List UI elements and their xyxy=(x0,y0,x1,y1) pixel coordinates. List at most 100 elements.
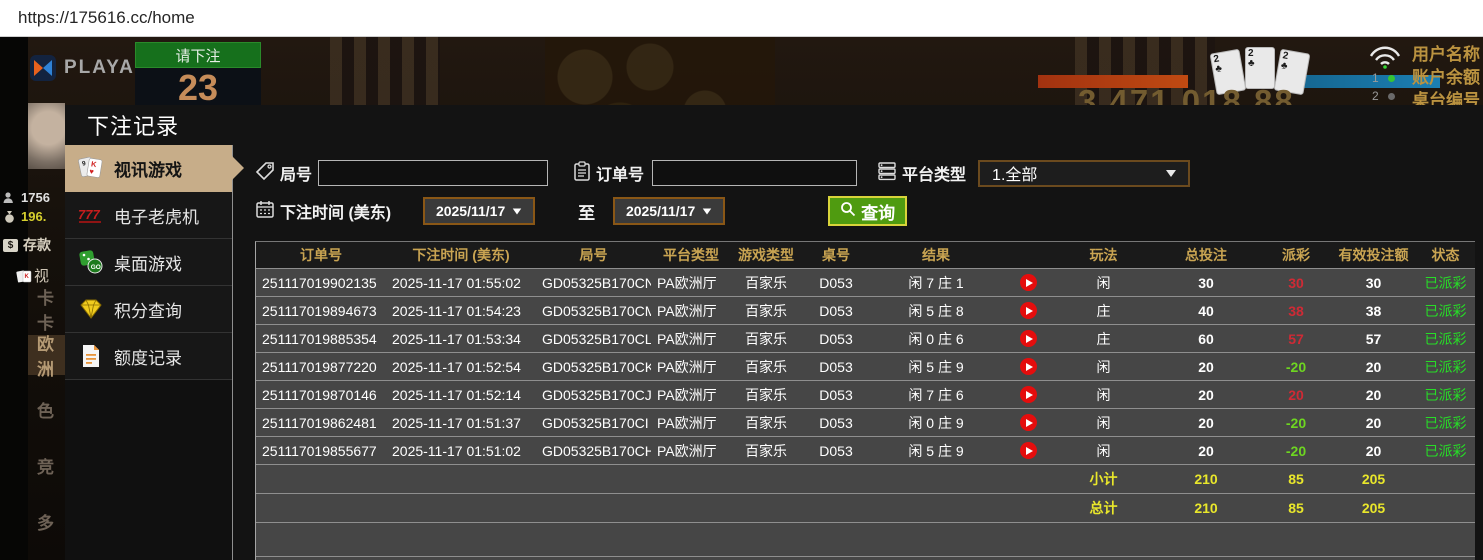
sidebar-item-europe[interactable]: 欧洲 xyxy=(28,335,65,375)
payout-cell: -20 xyxy=(1261,359,1331,375)
sidebar-item-kaka[interactable]: 卡卡 xyxy=(28,289,65,329)
sidebar-item-jing[interactable]: 竞 xyxy=(28,445,65,485)
replay-icon[interactable] xyxy=(1020,330,1037,347)
platform-type-value: 1.全部 xyxy=(992,161,1037,185)
playace-logo-icon xyxy=(30,55,56,81)
table-info-labels: 用户名称 账户余额 桌台编号 xyxy=(1412,43,1480,112)
status-cell: 已派彩 xyxy=(1416,301,1475,321)
order-id-cell: 251117019885354 xyxy=(256,331,386,347)
replay-icon[interactable] xyxy=(1020,302,1037,319)
gray-dot-icon xyxy=(1388,93,1395,100)
table-no-cell: D053 xyxy=(801,387,871,403)
video-games-shortcut[interactable]: K 视 xyxy=(16,265,49,286)
table-no-cell: D053 xyxy=(801,415,871,431)
order-id-cell: 251117019855677 xyxy=(256,443,386,459)
video-label: 视 xyxy=(34,265,49,286)
total-valid-bet: 205 xyxy=(1331,500,1416,516)
valid-bet-cell: 20 xyxy=(1331,359,1416,375)
replay-icon[interactable] xyxy=(1020,274,1037,291)
round-number-label: 局号 xyxy=(255,161,312,186)
order-id-cell: 251117019894673 xyxy=(256,303,386,319)
table-no-cell: D053 xyxy=(801,303,871,319)
green-dot-icon xyxy=(1388,75,1395,82)
subtotal-label: 小计 xyxy=(1056,469,1151,489)
left-edge-strip xyxy=(0,37,28,560)
tag-icon xyxy=(255,161,275,186)
chevron-down-icon xyxy=(513,208,522,214)
user-id-row: 1756 xyxy=(3,190,50,205)
empty-row xyxy=(256,523,1475,557)
menu-item-slots[interactable]: 777 电子老虎机 xyxy=(65,192,232,239)
replay-icon[interactable] xyxy=(1020,414,1037,431)
replay-icon[interactable] xyxy=(1020,386,1037,403)
modal-sidebar: 9K♥ 视讯游戏 777 电子老虎机 GO 桌面游戏 xyxy=(65,145,233,560)
round-id-cell: GD05325B170CJ xyxy=(536,387,651,403)
game-type-cell: 百家乐 xyxy=(731,385,801,405)
result-cell: 闲 5 庄 8 xyxy=(871,301,1001,321)
sidebar-item-duo[interactable]: 多 xyxy=(28,501,65,541)
menu-item-video-games[interactable]: 9K♥ 视讯游戏 xyxy=(65,145,232,192)
menu-item-quota-records[interactable]: 额度记录 xyxy=(65,333,232,380)
status-cell: 已派彩 xyxy=(1416,413,1475,433)
bet-type-cell: 庄 xyxy=(1056,301,1151,321)
gem-icon xyxy=(77,296,105,322)
order-id-cell: 251117019870146 xyxy=(256,387,386,403)
url-text: https://175616.cc/home xyxy=(18,8,195,28)
modal-title: 下注记录 xyxy=(65,105,1483,145)
bet-type-cell: 闲 xyxy=(1056,413,1151,433)
table-no-cell: D053 xyxy=(801,275,871,291)
table-row: 251117019902135 2025-11-17 01:55:02 GD05… xyxy=(256,269,1475,297)
date-from-picker[interactable]: 2025/11/17 xyxy=(423,197,535,225)
dollar-icon: $ xyxy=(3,239,18,252)
table-no-cell: D053 xyxy=(801,359,871,375)
bet-timer-label: 请下注 xyxy=(135,42,261,68)
subtotal-row: 小计 210 85 205 xyxy=(256,465,1475,494)
dice-icon: GO xyxy=(77,249,105,275)
bet-type-cell: 闲 xyxy=(1056,357,1151,377)
modal-content: 局号 订单号 平台类型 1.全部 xyxy=(233,145,1483,560)
calendar-icon xyxy=(255,199,275,224)
bet-time-cell: 2025-11-17 01:54:23 xyxy=(386,303,536,319)
valid-bet-cell: 57 xyxy=(1331,331,1416,347)
chevron-down-icon xyxy=(1166,170,1176,177)
total-bet-cell: 20 xyxy=(1151,443,1261,459)
search-button[interactable]: 查询 xyxy=(828,196,907,226)
date-to-picker[interactable]: 2025/11/17 xyxy=(613,197,725,225)
payout-cell: -20 xyxy=(1261,443,1331,459)
subtotal-payout: 85 xyxy=(1261,471,1331,487)
round-id-cell: GD05325B170CN xyxy=(536,275,651,291)
round-number-input[interactable] xyxy=(318,160,548,186)
bet-records-table: 订单号 下注时间 (美东) 局号 平台类型 游戏类型 桌号 结果 玩法 总投注 … xyxy=(255,241,1475,560)
game-type-cell: 百家乐 xyxy=(731,329,801,349)
browser-url-bar[interactable]: https://175616.cc/home xyxy=(0,0,1483,37)
slots-777-icon: 777 xyxy=(77,202,105,228)
person-icon xyxy=(3,191,16,204)
search-icon xyxy=(840,201,856,222)
round-id-cell: GD05325B170CK xyxy=(536,359,651,375)
mini-cards-icon: K xyxy=(16,269,29,282)
replay-icon[interactable] xyxy=(1020,358,1037,375)
clipboard-icon xyxy=(573,161,591,186)
valid-bet-cell: 38 xyxy=(1331,303,1416,319)
menu-item-table-games[interactable]: GO 桌面游戏 xyxy=(65,239,232,286)
chevron-down-icon xyxy=(703,208,712,214)
total-payout: 85 xyxy=(1261,500,1331,516)
casino-background: PLAYACE 请下注 23 2♣ 2♣ 2♣ 3,471,018.88 1 2… xyxy=(0,37,1483,560)
status-cell: 已派彩 xyxy=(1416,273,1475,293)
order-id-cell: 251117019902135 xyxy=(256,275,386,291)
list-icon xyxy=(877,161,897,186)
result-cell: 闲 7 庄 6 xyxy=(871,385,1001,405)
deposit-button[interactable]: $ 存款 xyxy=(3,235,51,255)
replay-icon[interactable] xyxy=(1020,442,1037,459)
bet-time-cell: 2025-11-17 01:53:34 xyxy=(386,331,536,347)
payout-cell: 57 xyxy=(1261,331,1331,347)
platform-type-select[interactable]: 1.全部 xyxy=(978,160,1190,187)
moneybag-icon xyxy=(3,210,16,223)
order-number-input[interactable] xyxy=(652,160,857,186)
menu-item-points[interactable]: 积分查询 xyxy=(65,286,232,333)
sidebar-item-se[interactable]: 色 xyxy=(28,389,65,429)
table-row: 251117019855677 2025-11-17 01:51:02 GD05… xyxy=(256,437,1475,465)
platform-cell: PA欧洲厅 xyxy=(651,385,731,405)
subtotal-total-bet: 210 xyxy=(1151,471,1261,487)
platform-cell: PA欧洲厅 xyxy=(651,329,731,349)
